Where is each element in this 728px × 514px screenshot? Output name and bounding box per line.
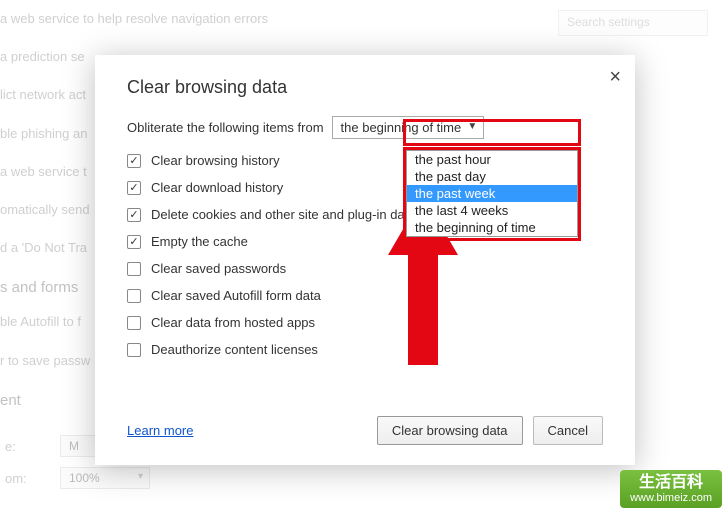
- dialog-title: Clear browsing data: [127, 77, 603, 98]
- checkbox[interactable]: [127, 343, 141, 357]
- watermark-url: www.bimeiz.com: [630, 492, 712, 504]
- checkbox[interactable]: [127, 316, 141, 330]
- clear-browsing-data-button[interactable]: Clear browsing data: [377, 416, 523, 445]
- checkbox[interactable]: [127, 208, 141, 222]
- cancel-button[interactable]: Cancel: [533, 416, 603, 445]
- checkbox[interactable]: [127, 154, 141, 168]
- check-row-autofill[interactable]: Clear saved Autofill form data: [127, 288, 603, 303]
- time-range-select[interactable]: the beginning of time ▼: [332, 116, 485, 139]
- time-range-value: the beginning of time: [341, 120, 462, 135]
- check-label: Clear data from hosted apps: [151, 315, 315, 330]
- checkbox[interactable]: [127, 235, 141, 249]
- dropdown-option-last-4-weeks[interactable]: the last 4 weeks: [407, 202, 577, 219]
- check-label: Clear saved passwords: [151, 261, 286, 276]
- caret-down-icon: ▼: [467, 121, 477, 132]
- check-label: Empty the cache: [151, 234, 248, 249]
- check-label: Clear browsing history: [151, 153, 280, 168]
- check-label: Clear saved Autofill form data: [151, 288, 321, 303]
- time-range-dropdown[interactable]: the past hour the past day the past week…: [406, 150, 578, 237]
- dropdown-option-past-hour[interactable]: the past hour: [407, 151, 577, 168]
- check-row-hosted-apps[interactable]: Clear data from hosted apps: [127, 315, 603, 330]
- check-label: Deauthorize content licenses: [151, 342, 318, 357]
- clear-browsing-data-dialog: × Clear browsing data Obliterate the fol…: [95, 55, 635, 465]
- check-row-content-licenses[interactable]: Deauthorize content licenses: [127, 342, 603, 357]
- learn-more-link[interactable]: Learn more: [127, 423, 193, 438]
- dropdown-option-past-day[interactable]: the past day: [407, 168, 577, 185]
- check-label: Delete cookies and other site and plug-i…: [151, 207, 416, 222]
- checkbox[interactable]: [127, 262, 141, 276]
- close-icon[interactable]: ×: [609, 67, 621, 87]
- watermark-text: 生活百科: [639, 474, 703, 491]
- check-label: Clear download history: [151, 180, 283, 195]
- dropdown-option-beginning-of-time[interactable]: the beginning of time: [407, 219, 577, 236]
- obliterate-label: Obliterate the following items from: [127, 120, 324, 135]
- checkbox[interactable]: [127, 181, 141, 195]
- dropdown-option-past-week[interactable]: the past week: [407, 185, 577, 202]
- checkbox[interactable]: [127, 289, 141, 303]
- check-row-passwords[interactable]: Clear saved passwords: [127, 261, 603, 276]
- watermark: 生活百科 www.bimeiz.com: [620, 470, 722, 508]
